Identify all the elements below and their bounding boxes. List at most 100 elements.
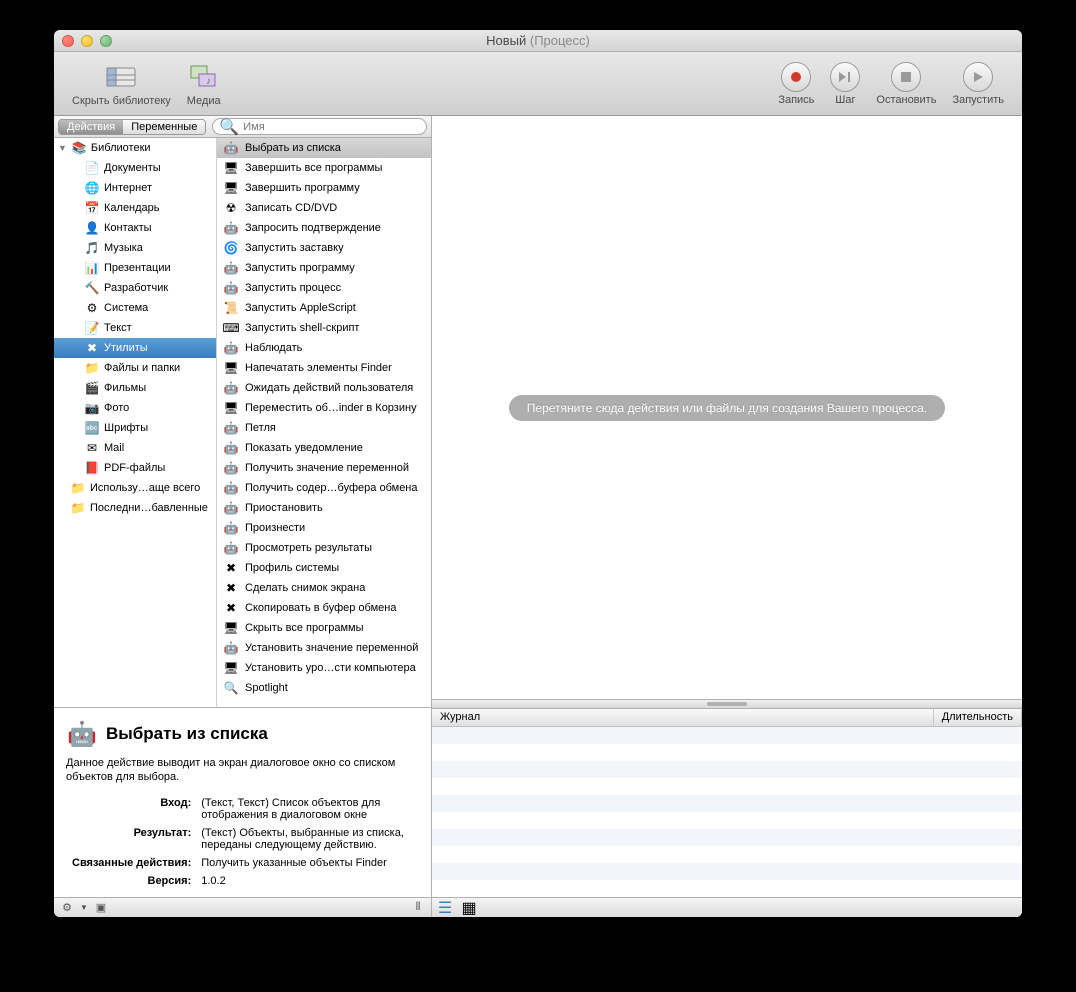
action-item[interactable]: ✖Скопировать в буфер обмена: [217, 598, 431, 618]
actions-list[interactable]: 🤖Выбрать из списка🖥Завершить все програм…: [217, 138, 431, 707]
sidebar-item[interactable]: 🎵Музыка: [54, 238, 216, 258]
sidebar-smart-item[interactable]: 📁Использу…аще всего: [54, 478, 216, 498]
action-label: Запустить shell-скрипт: [245, 320, 359, 336]
log-row[interactable]: [432, 880, 1022, 897]
action-label: Скопировать в буфер обмена: [245, 600, 396, 616]
sidebar-item[interactable]: ✉Mail: [54, 438, 216, 458]
sidebar-item[interactable]: ✖Утилиты: [54, 338, 216, 358]
sidebar-item[interactable]: 📊Презентации: [54, 258, 216, 278]
sidebar-item[interactable]: 🌐Интернет: [54, 178, 216, 198]
action-item[interactable]: 🤖Запустить программу: [217, 258, 431, 278]
action-item[interactable]: 🤖Показать уведомление: [217, 438, 431, 458]
media-button[interactable]: ♪ Медиа: [179, 61, 229, 107]
sidebar-item[interactable]: 📄Документы: [54, 158, 216, 178]
action-item[interactable]: ✖Сделать снимок экрана: [217, 578, 431, 598]
tab-actions[interactable]: Действия: [59, 120, 123, 134]
search-field[interactable]: 🔍: [212, 118, 427, 135]
step-button[interactable]: Шаг: [822, 62, 868, 106]
action-item[interactable]: 🤖Произнести: [217, 518, 431, 538]
right-bottom-bar: ☰ ▦: [432, 897, 1022, 917]
action-item[interactable]: 🤖Получить значение переменной: [217, 458, 431, 478]
sidebar-item[interactable]: 📕PDF-файлы: [54, 458, 216, 478]
stop-button[interactable]: Остановить: [868, 62, 944, 106]
sidebar-root[interactable]: ▼📚Библиотеки: [54, 138, 216, 158]
action-item[interactable]: 🤖Наблюдать: [217, 338, 431, 358]
hide-library-label: Скрыть библиотеку: [72, 95, 171, 107]
list-view-icon[interactable]: ☰: [438, 901, 452, 915]
action-item[interactable]: 🤖Запросить подтверждение: [217, 218, 431, 238]
action-label: Установить уро…сти компьютера: [245, 660, 416, 676]
run-button[interactable]: Запустить: [944, 62, 1012, 106]
grid-view-icon[interactable]: ▦: [462, 901, 476, 915]
library-panel: Действия Переменные 🔍 ▼📚Библиотеки📄Докум…: [54, 116, 432, 917]
sidebar-item[interactable]: 🔤Шрифты: [54, 418, 216, 438]
search-input[interactable]: [243, 121, 420, 133]
sidebar-item[interactable]: 📅Календарь: [54, 198, 216, 218]
sidebar-smart-item[interactable]: 📁Последни…бавленные: [54, 498, 216, 518]
action-item[interactable]: 🤖Просмотреть результаты: [217, 538, 431, 558]
gear-menu-chevron-icon[interactable]: ▼: [80, 903, 88, 912]
log-col-journal[interactable]: Журнал: [432, 709, 934, 726]
svg-text:♪: ♪: [206, 76, 211, 87]
record-button[interactable]: Запись: [770, 62, 822, 106]
action-item[interactable]: 🤖Ожидать действий пользователя: [217, 378, 431, 398]
log-row[interactable]: [432, 795, 1022, 812]
action-item[interactable]: 🖥Переместить об…inder в Корзину: [217, 398, 431, 418]
action-item[interactable]: 🖥Напечатать элементы Finder: [217, 358, 431, 378]
sidebar-item[interactable]: 👤Контакты: [54, 218, 216, 238]
action-item[interactable]: 🤖Запустить процесс: [217, 278, 431, 298]
action-item[interactable]: ✖Профиль системы: [217, 558, 431, 578]
log-row[interactable]: [432, 812, 1022, 829]
action-item[interactable]: 🔍Spotlight: [217, 678, 431, 698]
left-bottom-bar: ⚙ ▼ ▣ ⦀: [54, 897, 431, 917]
tab-variables[interactable]: Переменные: [123, 120, 205, 134]
action-item[interactable]: 🖥Завершить все программы: [217, 158, 431, 178]
disclosure-triangle-icon[interactable]: ▼: [58, 140, 67, 156]
log-col-duration[interactable]: Длительность: [934, 709, 1022, 726]
action-item[interactable]: 🤖Получить содер…буфера обмена: [217, 478, 431, 498]
sidebar-item[interactable]: ⚙Система: [54, 298, 216, 318]
resize-handle-icon[interactable]: ⦀: [411, 901, 425, 915]
action-label: Завершить программу: [245, 180, 360, 196]
action-item[interactable]: ⌨Запустить shell-скрипт: [217, 318, 431, 338]
category-sidebar[interactable]: ▼📚Библиотеки📄Документы🌐Интернет📅Календар…: [54, 138, 217, 707]
log-body[interactable]: [432, 727, 1022, 897]
action-label: Выбрать из списка: [245, 140, 341, 156]
action-item[interactable]: 🤖Выбрать из списка: [217, 138, 431, 158]
action-item[interactable]: 🤖Приостановить: [217, 498, 431, 518]
smartfolder-icon: 📁: [70, 500, 86, 516]
splitter[interactable]: [432, 699, 1022, 709]
action-item[interactable]: 📜Запустить AppleScript: [217, 298, 431, 318]
log-row[interactable]: [432, 727, 1022, 744]
action-item[interactable]: 🖥Скрыть все программы: [217, 618, 431, 638]
action-item[interactable]: 🤖Установить значение переменной: [217, 638, 431, 658]
action-item[interactable]: 🖥Завершить программу: [217, 178, 431, 198]
sidebar-item[interactable]: 📷Фото: [54, 398, 216, 418]
mode-segment[interactable]: Действия Переменные: [58, 119, 206, 135]
action-item[interactable]: 🌀Запустить заставку: [217, 238, 431, 258]
workflow-canvas[interactable]: Перетяните сюда действия или файлы для с…: [432, 116, 1022, 699]
sidebar-item[interactable]: 📝Текст: [54, 318, 216, 338]
log-row[interactable]: [432, 761, 1022, 778]
titlebar[interactable]: Новый (Процесс): [54, 30, 1022, 52]
collapse-icon[interactable]: ▣: [94, 901, 108, 915]
sidebar-item[interactable]: 📁Файлы и папки: [54, 358, 216, 378]
gear-icon[interactable]: ⚙: [60, 901, 74, 915]
log-row[interactable]: [432, 846, 1022, 863]
action-item[interactable]: 🖥Установить уро…сти компьютера: [217, 658, 431, 678]
log-row[interactable]: [432, 778, 1022, 795]
hide-library-button[interactable]: Скрыть библиотеку: [64, 61, 179, 107]
sidebar-item[interactable]: 🔨Разработчик: [54, 278, 216, 298]
workflow-panel: Перетяните сюда действия или файлы для с…: [432, 116, 1022, 917]
title-main: Новый: [486, 33, 526, 48]
action-item[interactable]: ☢Записать CD/DVD: [217, 198, 431, 218]
info-description: Данное действие выводит на экран диалого…: [66, 756, 419, 785]
sidebar-item-label: Использу…аще всего: [90, 480, 200, 496]
library-icon: [105, 61, 137, 93]
log-row[interactable]: [432, 744, 1022, 761]
action-item[interactable]: 🤖Петля: [217, 418, 431, 438]
sidebar-item[interactable]: 🎬Фильмы: [54, 378, 216, 398]
log-row[interactable]: [432, 829, 1022, 846]
log-row[interactable]: [432, 863, 1022, 880]
action-label: Установить значение переменной: [245, 640, 418, 656]
